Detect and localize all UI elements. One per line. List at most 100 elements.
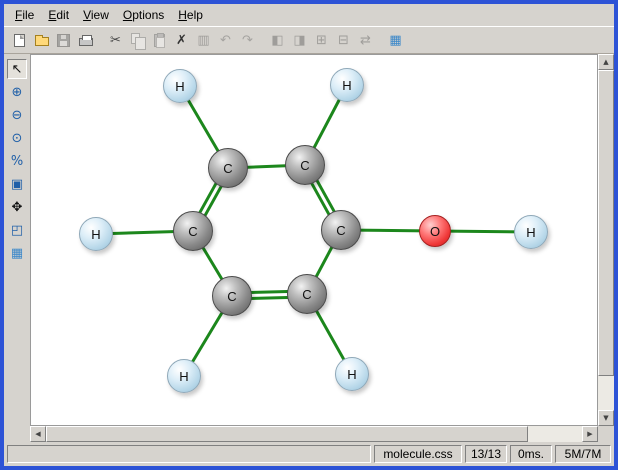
atom-C1[interactable]: C [208, 148, 248, 188]
new-icon [14, 34, 25, 47]
zoom-in-tool-icon: ⊕ [12, 86, 23, 99]
atom-H4[interactable]: H [335, 357, 369, 391]
connect-button: ⇄ [355, 29, 376, 51]
zoom-actual-tool-button[interactable]: ⊙ [7, 128, 27, 148]
open-button[interactable] [31, 29, 52, 51]
to-back-button: ◨ [289, 29, 310, 51]
atom-label: H [342, 78, 351, 93]
connect-icon: ⇄ [360, 34, 371, 47]
atom-H1[interactable]: H [163, 69, 197, 103]
atom-label: C [336, 223, 345, 238]
app-window: File Edit View Options Help ✂✗▥↶↷◧◨⊞⊟⇄▦ … [0, 0, 618, 470]
molecule-canvas[interactable]: CCCCCCHHHHHOH [30, 54, 598, 426]
atom-label: H [179, 369, 188, 384]
vertical-scroll-thumb[interactable] [598, 70, 614, 376]
horizontal-scrollbar[interactable]: ◀ ▶ [30, 426, 598, 442]
print-button[interactable] [75, 29, 96, 51]
toolbar-separator [97, 29, 104, 51]
grid-tool-button[interactable]: ▦ [7, 243, 27, 263]
image-button[interactable]: ▦ [385, 29, 406, 51]
fit-page-tool-button[interactable]: ◰ [7, 220, 27, 240]
status-bar: molecule.css 13/13 0ms. 5M/7M [4, 442, 614, 466]
save-icon [57, 34, 70, 47]
redo-icon: ↷ [242, 34, 253, 47]
open-icon [35, 37, 49, 46]
copy-icon [131, 33, 140, 44]
app-frame: File Edit View Options Help ✂✗▥↶↷◧◨⊞⊟⇄▦ … [4, 4, 614, 466]
scrollbar-corner [598, 426, 614, 442]
menu-help[interactable]: Help [171, 6, 210, 24]
vertical-scrollbar[interactable]: ▲ ▼ [598, 54, 614, 426]
ungroup-button: ⊟ [333, 29, 354, 51]
to-front-icon: ◧ [271, 34, 283, 47]
delete-button[interactable]: ✗ [171, 29, 192, 51]
status-stylesheet-field: molecule.css [374, 445, 462, 463]
copy-button [127, 29, 148, 51]
atom-label: H [91, 227, 100, 242]
pan-tool-icon: ✥ [12, 201, 23, 214]
zoom-region-tool-button[interactable]: ▣ [7, 174, 27, 194]
atom-label: C [302, 287, 311, 302]
status-count-field: 13/13 [465, 445, 507, 463]
scroll-down-button[interactable]: ▼ [598, 410, 614, 426]
select-tool-button[interactable]: ↖ [7, 59, 27, 79]
menu-view[interactable]: View [76, 6, 116, 24]
zoom-out-tool-icon: ⊖ [12, 109, 23, 122]
canvas-column: CCCCCCHHHHHOH ▲ ▼ ◀ [30, 54, 614, 442]
to-front-button: ◧ [267, 29, 288, 51]
to-back-icon: ◨ [293, 34, 305, 47]
atom-label: H [175, 79, 184, 94]
menu-file[interactable]: File [8, 6, 41, 24]
scroll-left-button[interactable]: ◀ [30, 426, 46, 442]
atom-C5[interactable]: C [212, 276, 252, 316]
cut-button[interactable]: ✂ [105, 29, 126, 51]
zoom-out-tool-button[interactable]: ⊖ [7, 105, 27, 125]
atom-C3[interactable]: C [321, 210, 361, 250]
menu-edit[interactable]: Edit [41, 6, 76, 24]
scroll-right-button[interactable]: ▶ [582, 426, 598, 442]
atom-label: O [430, 224, 440, 239]
undo-button: ↶ [215, 29, 236, 51]
atom-H5[interactable]: H [167, 359, 201, 393]
main-area: ↖⊕⊖⊙%▣✥◰▦ CCCCCCHHHHHOH ▲ ▼ ◀ [4, 54, 614, 442]
horizontal-scroll-track[interactable] [46, 426, 582, 442]
status-message-field [7, 445, 371, 463]
menu-options[interactable]: Options [116, 6, 171, 24]
group-icon: ⊞ [316, 34, 327, 47]
paste-icon [154, 34, 165, 47]
vertical-scroll-track[interactable] [598, 70, 614, 410]
save-button [53, 29, 74, 51]
menu-bar: File Edit View Options Help [4, 4, 614, 26]
horizontal-scroll-thumb[interactable] [46, 426, 528, 442]
toolbar-separator [259, 29, 266, 51]
zoom-percent-tool-button[interactable]: % [7, 151, 27, 171]
group-button: ⊞ [311, 29, 332, 51]
atom-label: C [223, 161, 232, 176]
atom-H7[interactable]: H [514, 215, 548, 249]
atom-C4[interactable]: C [287, 274, 327, 314]
undo-icon: ↶ [220, 34, 231, 47]
grid-tool-icon: ▦ [11, 247, 23, 260]
zoom-actual-tool-icon: ⊙ [12, 132, 23, 145]
new-button[interactable] [9, 29, 30, 51]
pan-tool-button[interactable]: ✥ [7, 197, 27, 217]
atom-label: H [526, 225, 535, 240]
select-tool-icon: ↖ [12, 63, 23, 76]
print-icon [79, 38, 93, 46]
atom-label: H [347, 367, 356, 382]
atom-label: C [300, 158, 309, 173]
fit-page-tool-icon: ◰ [11, 224, 23, 237]
atom-H2[interactable]: H [330, 68, 364, 102]
zoom-region-tool-icon: ▣ [11, 178, 23, 191]
scroll-up-button[interactable]: ▲ [598, 54, 614, 70]
paste-button [149, 29, 170, 51]
atom-C6[interactable]: C [173, 211, 213, 251]
atom-O1[interactable]: O [419, 215, 451, 247]
ungroup-icon: ⊟ [338, 34, 349, 47]
atom-H6[interactable]: H [79, 217, 113, 251]
duplicate-button: ▥ [193, 29, 214, 51]
atom-C2[interactable]: C [285, 145, 325, 185]
status-time-field: 0ms. [510, 445, 552, 463]
zoom-in-tool-button[interactable]: ⊕ [7, 82, 27, 102]
delete-icon: ✗ [176, 34, 187, 47]
